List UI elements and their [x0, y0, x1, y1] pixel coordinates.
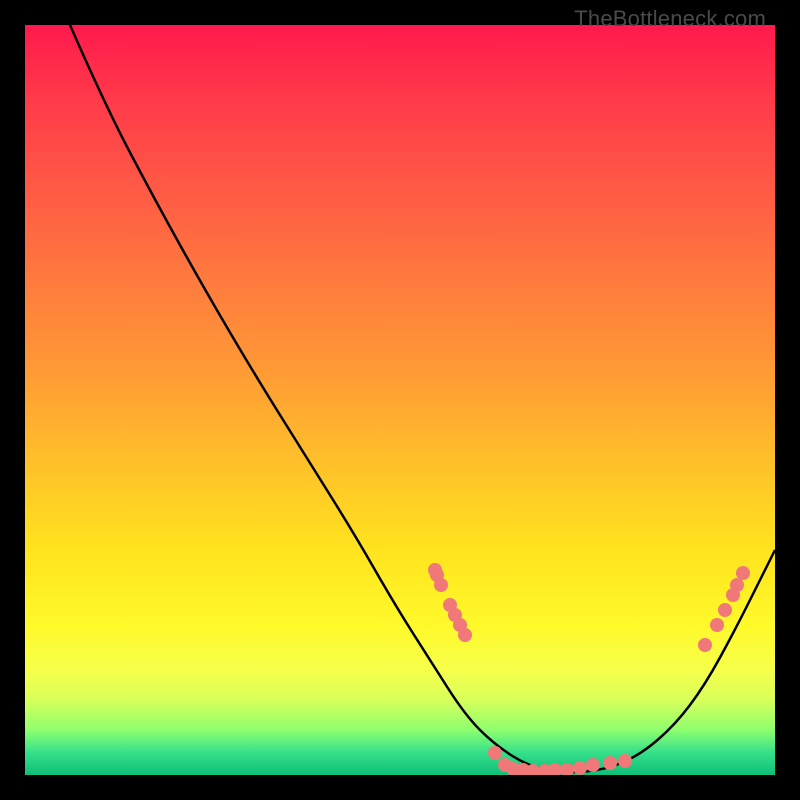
curve-marker — [736, 566, 750, 580]
curve-marker — [458, 628, 472, 642]
curve-marker — [603, 756, 617, 770]
curve-marker — [548, 763, 562, 775]
chart-frame — [25, 25, 775, 775]
bottleneck-curve — [70, 25, 775, 772]
curve-marker — [730, 578, 744, 592]
curve-marker — [618, 754, 632, 768]
curve-marker-group — [428, 563, 750, 775]
curve-marker — [586, 758, 600, 772]
curve-marker — [560, 763, 574, 775]
chart-svg — [25, 25, 775, 775]
curve-marker — [710, 618, 724, 632]
curve-marker — [488, 746, 502, 760]
attribution-text: TheBottleneck.com — [574, 6, 766, 32]
curve-marker — [718, 603, 732, 617]
curve-marker — [573, 761, 587, 775]
curve-marker — [698, 638, 712, 652]
curve-marker — [434, 578, 448, 592]
